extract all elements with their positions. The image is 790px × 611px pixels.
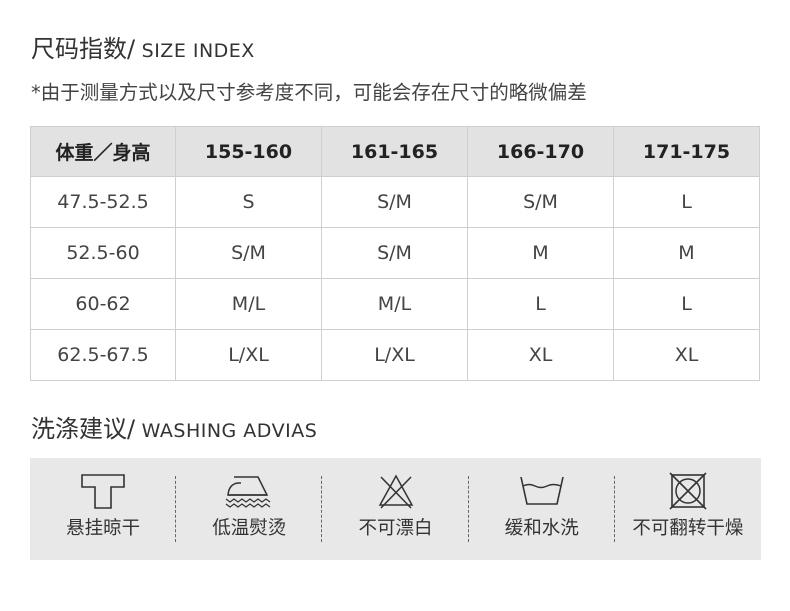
- wash-item-label: 低温熨烫: [212, 518, 287, 539]
- wash-item-label: 缓和水洗: [504, 518, 579, 539]
- table-row: 60-62 M/L M/L L L: [30, 278, 760, 330]
- header-155-160: 155-160: [175, 126, 322, 177]
- low-temp-iron-icon: [225, 476, 271, 508]
- table-cell: L: [613, 176, 760, 228]
- no-bleach-icon: [378, 474, 413, 509]
- table-cell: S/M: [321, 176, 468, 228]
- wash-item-low-temp-iron: 低温熨烫: [176, 458, 323, 560]
- table-cell: 62.5-67.5: [30, 329, 176, 381]
- wash-item-no-tumble-dry: 不可翻转干燥: [615, 458, 761, 560]
- table-row: 62.5-67.5 L/XL L/XL XL XL: [30, 329, 760, 381]
- header-166-170: 166-170: [467, 126, 614, 177]
- table-cell: 60-62: [30, 278, 176, 330]
- gentle-wash-icon: [519, 476, 564, 505]
- hang-dry-icon: [81, 474, 125, 509]
- table-cell: M: [613, 227, 760, 279]
- wash-item-no-bleach: 不可漂白: [322, 458, 469, 560]
- wash-item-gentle-wash: 缓和水洗: [469, 458, 616, 560]
- table-cell: S/M: [467, 176, 614, 228]
- table-cell: 52.5-60: [30, 227, 176, 279]
- table-cell: XL: [613, 329, 760, 381]
- table-cell: M: [467, 227, 614, 279]
- table-cell: L/XL: [175, 329, 322, 381]
- header-171-175: 171-175: [613, 126, 760, 177]
- table-cell: L: [613, 278, 760, 330]
- table-cell: M/L: [175, 278, 322, 330]
- table-row: 47.5-52.5 S S/M S/M L: [30, 176, 760, 228]
- wash-item-label: 不可翻转干燥: [632, 518, 744, 539]
- size-index-title-en: SIZE INDEX: [135, 40, 255, 62]
- table-row: 52.5-60 S/M S/M M M: [30, 227, 760, 279]
- table-cell: L: [467, 278, 614, 330]
- washing-title-en: WASHING ADVIAS: [135, 420, 318, 442]
- size-note: *由于测量方式以及尺寸参考度不同，可能会存在尺寸的略微偏差: [31, 81, 587, 104]
- wash-item-label: 不可漂白: [358, 518, 433, 539]
- table-cell: S/M: [175, 227, 322, 279]
- size-index-title: 尺码指数/ SIZE INDEX: [31, 31, 255, 67]
- wash-item-hang-dry: 悬挂晾干: [30, 458, 177, 560]
- table-cell: 47.5-52.5: [30, 176, 176, 228]
- size-index-title-cn: 尺码指数/: [31, 35, 136, 63]
- washing-instructions-panel: 悬挂晾干 低温熨烫 不可漂白 缓和水洗 不可翻转干燥: [30, 458, 761, 560]
- no-tumble-dry-icon: [669, 472, 707, 510]
- header-weight-height: 体重／身高: [30, 126, 176, 177]
- washing-title-cn: 洗涤建议/: [31, 415, 136, 443]
- table-cell: S/M: [321, 227, 468, 279]
- header-161-165: 161-165: [321, 126, 468, 177]
- table-cell: L/XL: [321, 329, 468, 381]
- size-table-header-row: 体重／身高 155-160 161-165 166-170 171-175: [30, 126, 760, 177]
- washing-title: 洗涤建议/ WASHING ADVIAS: [31, 411, 317, 447]
- table-cell: M/L: [321, 278, 468, 330]
- table-cell: XL: [467, 329, 614, 381]
- table-cell: S: [175, 176, 322, 228]
- wash-item-label: 悬挂晾干: [66, 518, 141, 539]
- size-table: 体重／身高 155-160 161-165 166-170 171-175 47…: [30, 126, 760, 381]
